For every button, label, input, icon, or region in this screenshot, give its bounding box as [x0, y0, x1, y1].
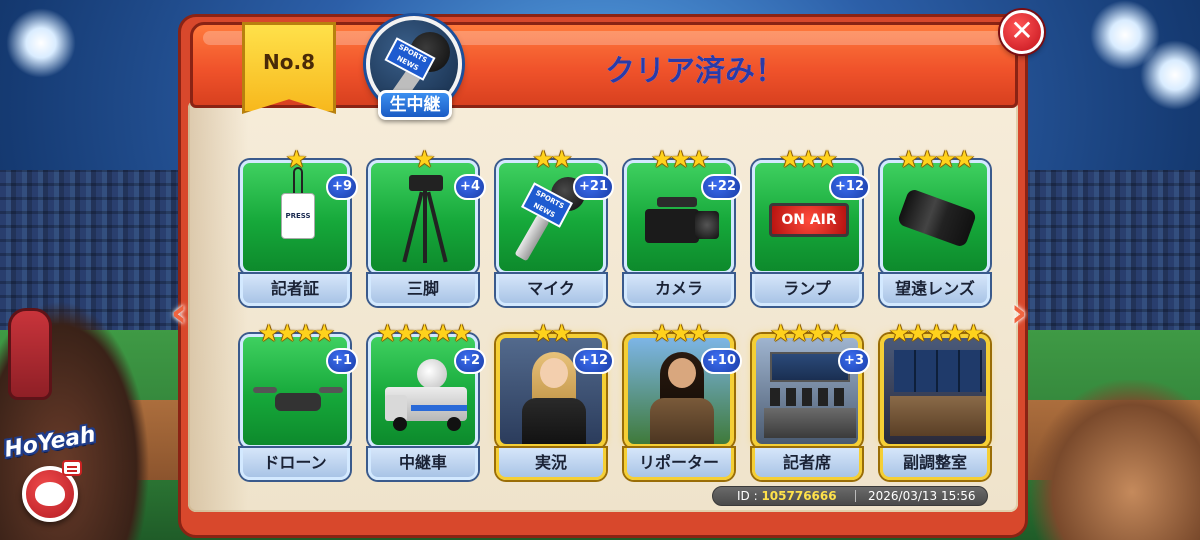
camera-handle: [657, 197, 697, 207]
player-info-bar: ID : 105776666 2026/03/13 15:56: [712, 486, 988, 506]
star-rating: ★★★★: [897, 145, 975, 173]
press-pass-icon: PRESS: [281, 193, 315, 239]
timestamp: 2026/03/13 15:56: [868, 489, 976, 503]
card-microphone[interactable]: SPORTS NEWS ★★ +21 マイク: [496, 146, 614, 306]
suit: [522, 398, 586, 444]
press-text: PRESS: [285, 212, 311, 220]
foam-finger-icon: [8, 308, 52, 400]
card-label: 実況: [496, 448, 606, 480]
drone-arm: [319, 387, 343, 393]
card-reporter[interactable]: ★★★ +10 リポーター: [624, 320, 742, 480]
card-label: 望遠レンズ: [880, 274, 990, 306]
video-camera-icon: [645, 209, 699, 243]
card-label: 記者証: [240, 274, 350, 306]
card-control-room[interactable]: ★★★★★ 副調整室: [880, 320, 990, 480]
card-press-pass[interactable]: PRESS ★ +9 記者証: [240, 146, 358, 306]
close-button[interactable]: ✕: [1000, 10, 1044, 54]
card-telephoto-lens[interactable]: ★★★★ 望遠レンズ: [880, 146, 990, 306]
card-label: 副調整室: [880, 448, 990, 480]
tripod-leg: [426, 191, 448, 263]
count-badge: +10: [701, 348, 742, 374]
card-announcer[interactable]: ★★ +12 実況: [496, 320, 614, 480]
star-rating: ★★★★: [257, 319, 335, 347]
drone-icon: [275, 393, 321, 411]
star-rating: ★★★: [779, 145, 838, 173]
wheel: [393, 417, 407, 431]
prev-page-button[interactable]: ‹: [164, 290, 194, 340]
count-badge: +1: [326, 348, 358, 374]
count-badge: +12: [829, 174, 870, 200]
star-rating: ★★★★: [769, 319, 847, 347]
count-badge: +2: [454, 348, 486, 374]
card-lamp[interactable]: ON AIR ★★★ +12 ランプ: [752, 146, 870, 306]
next-page-button[interactable]: ›: [1004, 290, 1034, 340]
star-rating: ★: [285, 145, 308, 173]
card-label: ランプ: [752, 274, 862, 306]
card-label: ドローン: [240, 448, 350, 480]
reporter-portrait: [668, 358, 696, 388]
announcer-portrait: [540, 358, 568, 388]
fan-silhouette: [1030, 380, 1200, 540]
id-label: ID :: [737, 489, 762, 503]
card-camera[interactable]: ★★★ +22 カメラ: [624, 146, 742, 306]
card-label: 三脚: [368, 274, 478, 306]
control-desk: [890, 396, 986, 436]
count-badge: +9: [326, 174, 358, 200]
card-drone[interactable]: ★★★★ +1 ドローン: [240, 320, 358, 480]
count-badge: +4: [454, 174, 486, 200]
satellite-dish-icon: [417, 359, 447, 389]
count-badge: +21: [573, 174, 614, 200]
drone-arm: [253, 387, 277, 393]
divider: [855, 490, 856, 502]
star-rating: ★★★★★: [376, 319, 473, 347]
star-rating: ★★★★★: [888, 319, 985, 347]
tripod-leg: [402, 191, 424, 263]
count-badge: +22: [701, 174, 742, 200]
star-rating: ★★★: [651, 319, 710, 347]
star-rating: ★★: [532, 145, 572, 173]
card-grid: PRESS ★ +9 記者証 ★ +4 三脚 SPORTS NEWS ★★ +2…: [236, 146, 990, 480]
card-label: カメラ: [624, 274, 734, 306]
jacket: [650, 398, 714, 444]
star-rating: ★: [413, 145, 436, 173]
collection-number: No.8: [263, 50, 315, 74]
chairs: [770, 388, 850, 406]
count-badge: +3: [838, 348, 870, 374]
camera-lens: [695, 211, 719, 239]
card-frame: [880, 160, 990, 274]
player-id: ID : 105776666: [713, 489, 853, 503]
mascot-face-icon: [35, 482, 65, 506]
desk: [764, 408, 856, 438]
chat-bubble-icon: [62, 460, 82, 476]
wheel: [447, 417, 461, 431]
card-label: 中継車: [368, 448, 478, 480]
card-label: マイク: [496, 274, 606, 306]
card-frame: [880, 334, 990, 448]
star-rating: ★★: [532, 319, 572, 347]
truck-stripe: [411, 405, 467, 411]
stadium-light-icon: [6, 8, 76, 78]
telephoto-lens-icon: [896, 187, 978, 249]
page-title: クリア済み！: [605, 54, 785, 89]
card-broadcast-truck[interactable]: ★★★★★ +2 中継車: [368, 320, 486, 480]
count-badge: +12: [573, 348, 614, 374]
microphone-handle: [514, 214, 550, 262]
id-value: 105776666: [761, 489, 837, 503]
card-label: リポーター: [624, 448, 734, 480]
control-room-scene: [894, 350, 982, 392]
card-press-box[interactable]: ★★★★ +3 記者席: [752, 320, 870, 480]
stadium-light-icon: [1140, 40, 1200, 110]
tripod-icon: [409, 175, 443, 191]
card-tripod[interactable]: ★ +4 三脚: [368, 146, 486, 306]
star-rating: ★★★: [651, 145, 710, 173]
card-label: 記者席: [752, 448, 862, 480]
collection-theme-label: 生中継: [378, 90, 452, 120]
tripod-leg: [423, 191, 427, 263]
on-air-lamp-icon: ON AIR: [769, 203, 849, 237]
